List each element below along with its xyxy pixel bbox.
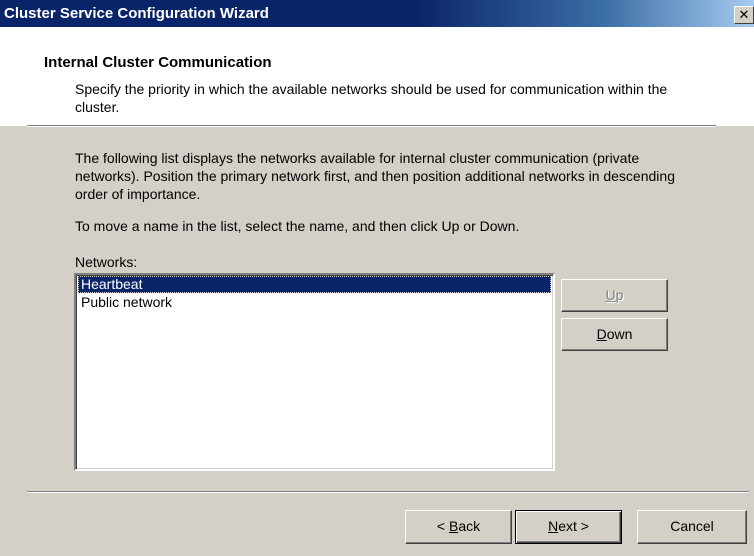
back-button[interactable]: < Back bbox=[405, 510, 512, 544]
window-title: Cluster Service Configuration Wizard bbox=[4, 5, 269, 22]
page-subtitle: Specify the priority in which the availa… bbox=[75, 81, 668, 115]
footer-divider bbox=[27, 491, 749, 493]
networks-listbox[interactable]: Heartbeat Public network bbox=[74, 273, 555, 471]
description-text: The following list displays the networks… bbox=[75, 150, 675, 202]
wizard-header: Internal Cluster Communication Specify t… bbox=[0, 27, 754, 126]
cancel-button[interactable]: Cancel bbox=[637, 510, 747, 544]
instruction-text: To move a name in the list, select the n… bbox=[75, 218, 520, 234]
networks-label: Networks: bbox=[75, 254, 138, 270]
list-item-public-network[interactable]: Public network bbox=[78, 294, 551, 311]
page-title: Internal Cluster Communication bbox=[44, 54, 272, 71]
list-item-heartbeat[interactable]: Heartbeat bbox=[78, 276, 551, 293]
title-bar: Cluster Service Configuration Wizard ✕ bbox=[0, 0, 754, 27]
close-icon[interactable]: ✕ bbox=[734, 6, 754, 24]
down-button[interactable]: Down bbox=[561, 318, 668, 351]
up-button[interactable]: Up bbox=[561, 279, 668, 312]
header-divider bbox=[27, 125, 716, 127]
next-button[interactable]: Next > bbox=[515, 510, 622, 544]
